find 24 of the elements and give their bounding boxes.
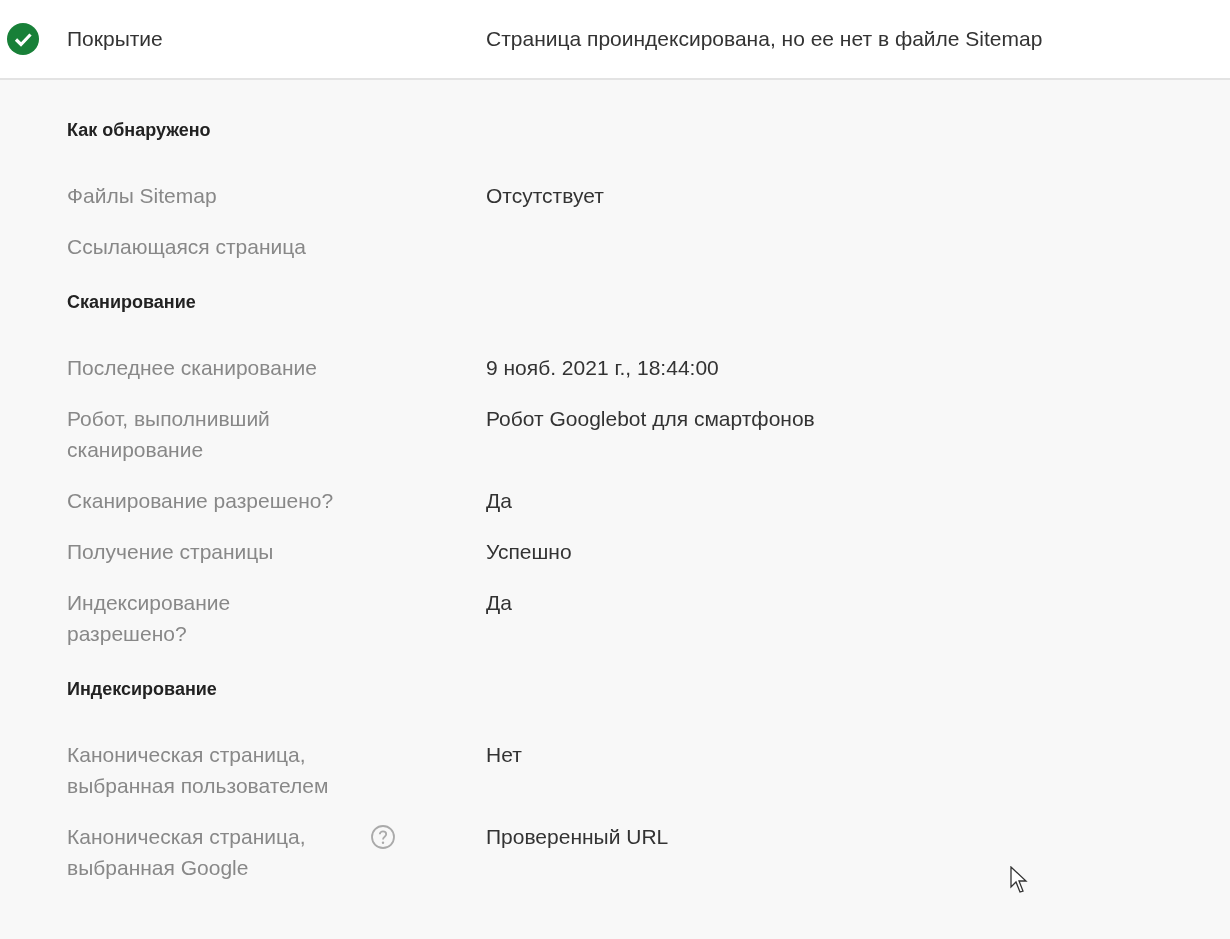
field-value: 9 нояб. 2021 г., 18:44:00 [486, 355, 719, 381]
field-label: Последнее сканирование [67, 355, 318, 381]
section-heading: Сканирование [67, 291, 197, 314]
field-value: Да [486, 488, 512, 514]
cursor-icon [1010, 866, 1030, 894]
field-label: Файлы Sitemap [67, 183, 218, 209]
field-label: Каноническая страница, выбранная пользователем [67, 742, 330, 799]
field-value: Успешно [486, 539, 572, 565]
field-label: Ссылающаяся страница [67, 234, 307, 260]
field-value: Отсутствует [486, 183, 604, 209]
status-label: Покрытие [67, 27, 164, 51]
field-value: Да [486, 590, 512, 616]
field-label: Сканирование разрешено? [67, 488, 335, 514]
field-label: Индексирование разрешено? [67, 590, 232, 647]
field-value: Нет [486, 742, 522, 768]
section-heading: Индексирование [67, 678, 218, 701]
field-label: Робот, выполнивший сканирование [67, 406, 271, 463]
field-value: Проверенный URL [486, 824, 669, 850]
field-label: Получение страницы [67, 539, 275, 565]
field-value: Робот Googlebot для смартфонов [486, 406, 815, 432]
status-value: Страница проиндексирована, но ее нет в файле Sitemap [486, 27, 1043, 51]
field-label: Каноническая страница, выбранная Google [67, 824, 307, 881]
help-icon[interactable] [370, 824, 396, 850]
section-heading: Как обнаружено [67, 119, 212, 142]
